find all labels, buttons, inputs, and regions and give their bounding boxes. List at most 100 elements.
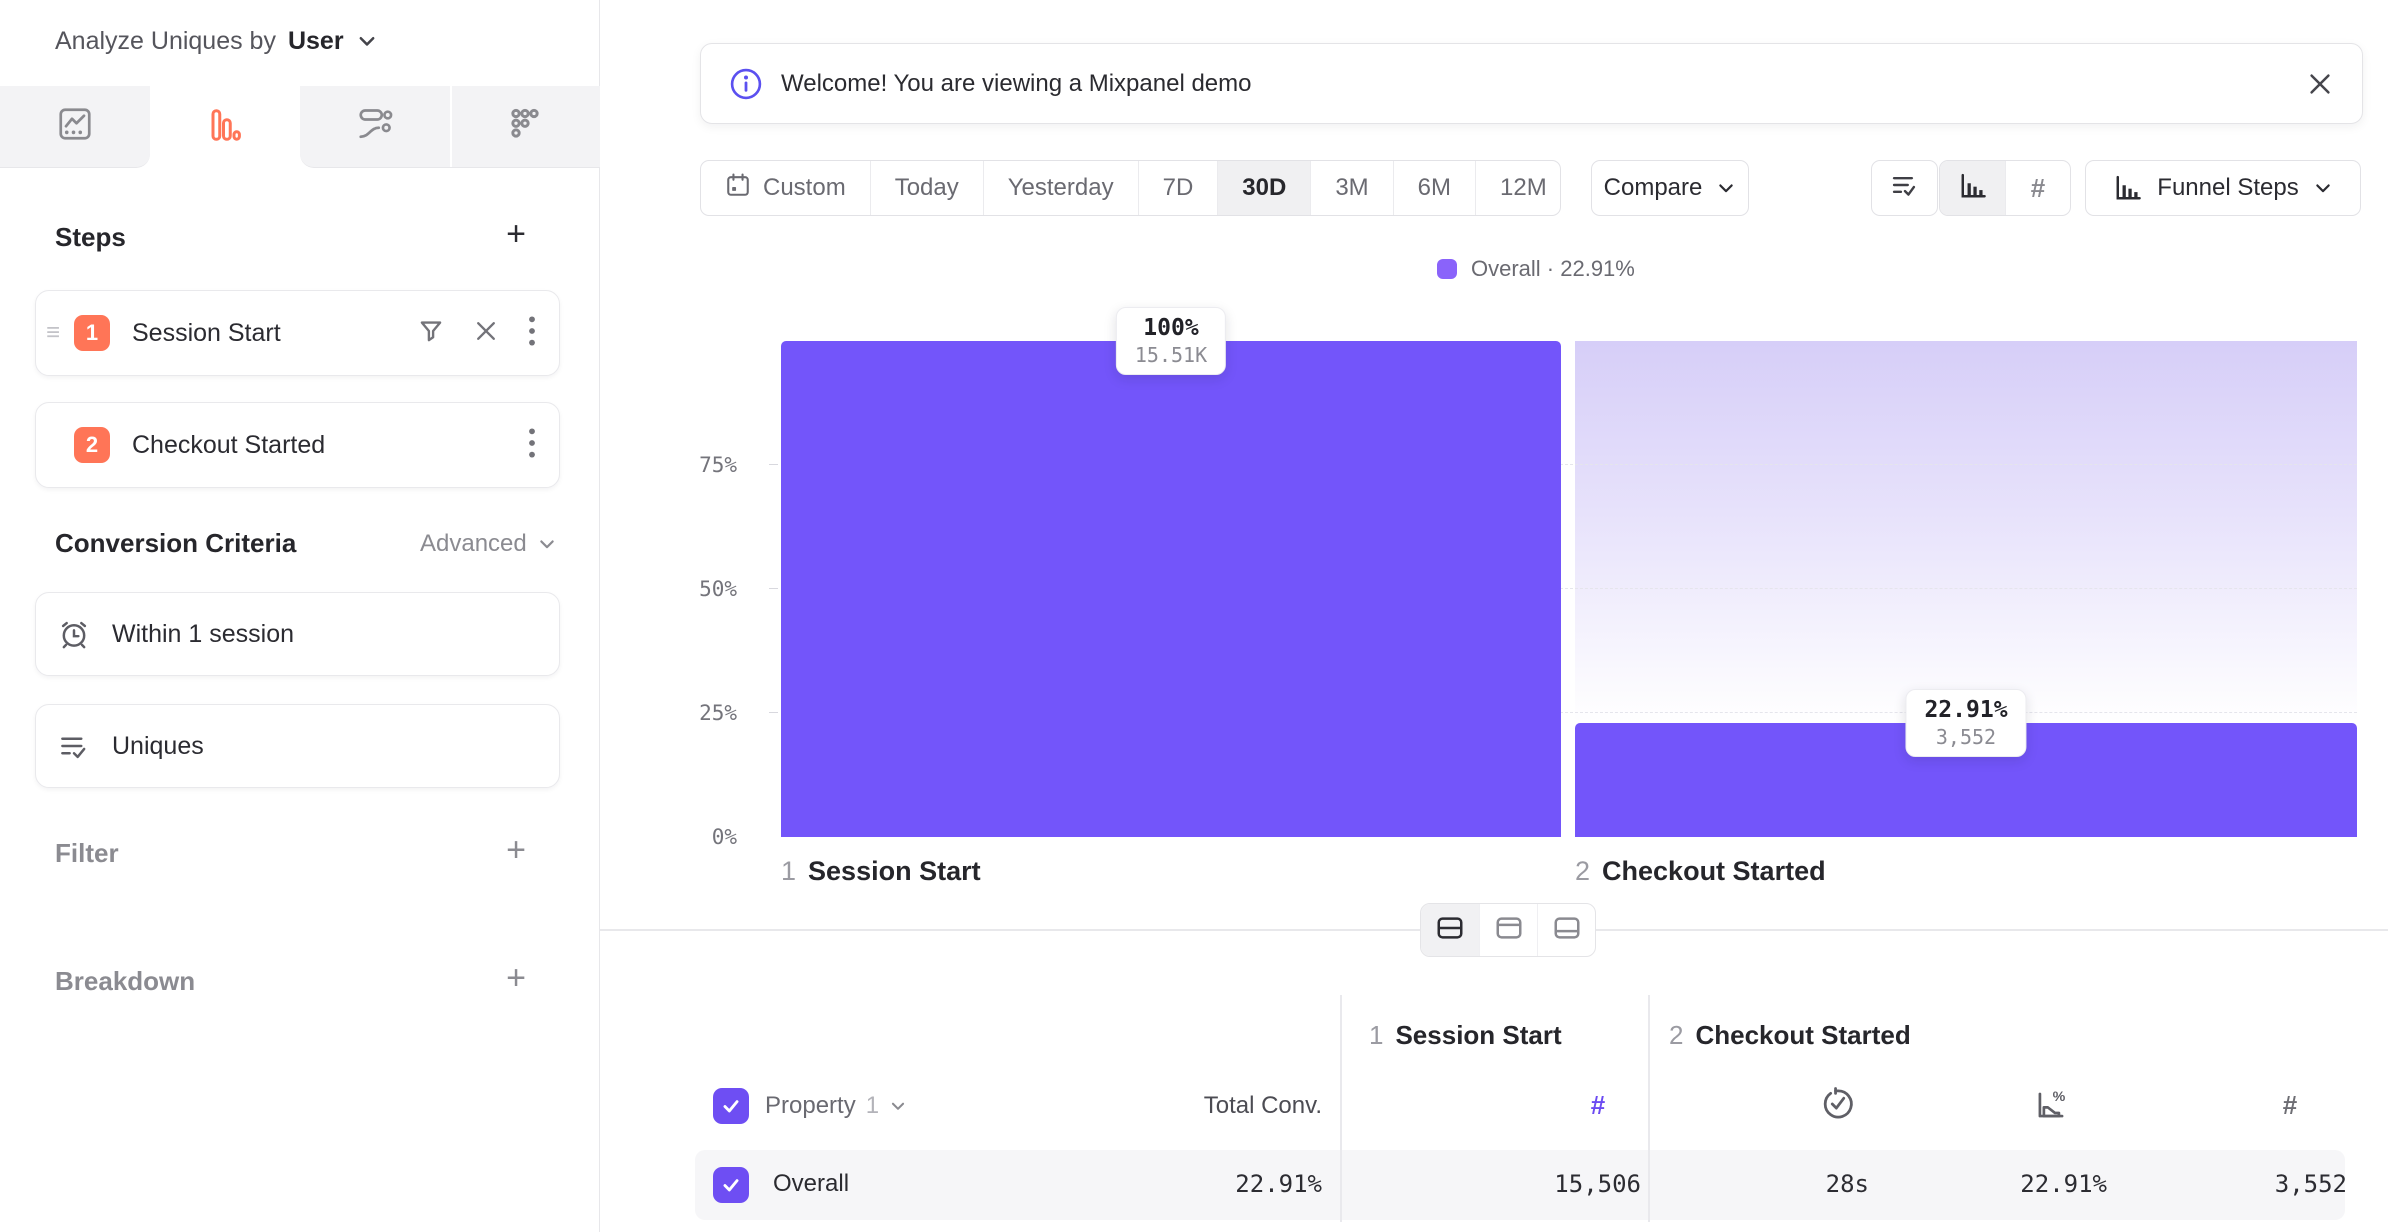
compare-button[interactable]: Compare [1591,160,1749,216]
date-range-picker: Custom Today Yesterday 7D 30D 3M 6M 12M [700,160,1561,216]
y-axis-tickmark [769,712,778,714]
funnel-bars-icon [207,107,243,148]
sort-order-button[interactable] [1871,160,1938,216]
date-range-custom[interactable]: Custom [701,161,870,215]
advanced-label: Advanced [420,530,527,558]
group-label: Session Start [1395,1020,1561,1050]
remove-step-icon[interactable] [473,318,499,349]
analyze-value-dropdown[interactable]: User [288,27,344,56]
date-range-6m[interactable]: 6M [1393,161,1475,215]
step-card-session-start[interactable]: ≡ 1 Session Start [35,290,560,376]
bar-count: 15.51K [1135,343,1207,367]
count-column-icon[interactable]: # [1591,1090,1605,1121]
cell-conv-rate: 22.91% [1900,1170,2107,1198]
step-name: Checkout Started [1602,856,1826,886]
step-card-checkout-started[interactable]: 2 Checkout Started [35,402,560,488]
filter-icon[interactable] [417,317,445,350]
select-all-checkbox[interactable] [713,1088,749,1124]
absolute-numbers-toggle[interactable]: # [2005,161,2070,215]
table-column-divider [1648,995,1650,1222]
percent-bars-toggle[interactable] [1940,161,2005,215]
retention-dots-icon [507,106,543,147]
conversion-window-card[interactable]: Within 1 session [35,592,560,676]
date-range-12m[interactable]: 12M [1475,161,1561,215]
mixpanel-funnel-report: Analyze Uniques by User [0,0,2388,1232]
count-column-icon[interactable]: # [2283,1090,2297,1121]
tab-insights[interactable] [0,86,150,168]
value-display-toggle: # [1939,160,2071,216]
cell-step1-count: 15,506 [1434,1170,1641,1198]
add-breakdown-button[interactable]: + [496,958,536,998]
chevron-down-icon [889,1097,907,1115]
add-step-button[interactable]: + [496,214,536,254]
property-dropdown[interactable]: Property 1 [765,1092,907,1120]
legend-label: Overall · 22.91% [1471,256,1635,282]
conversion-rate-column-icon[interactable]: % [2032,1086,2070,1129]
funnel-bar[interactable] [781,341,1561,837]
split-layout-icon [1435,913,1465,948]
chevron-down-icon[interactable] [356,30,378,52]
range-label: Custom [763,174,846,202]
y-axis-tickmark [769,588,778,590]
funnel-column-session-start: 100% 15.51K [781,341,1561,837]
step-label[interactable]: Checkout Started [132,431,527,460]
table-group-session-start: 1Session Start [1369,1020,1562,1051]
breakdown-section-label: Breakdown [55,966,195,997]
table-row-overall[interactable]: Overall 22.91% 15,506 28s 22.91% 3,552 [695,1150,2345,1220]
y-axis-tick: 75% [632,453,737,477]
list-check-icon [58,730,90,762]
counting-method-card[interactable]: Uniques [35,704,560,788]
cell-total-conv: 22.91% [1115,1170,1322,1198]
calendar-icon [725,172,751,205]
add-filter-button[interactable]: + [496,830,536,870]
date-range-3m[interactable]: 3M [1310,161,1392,215]
split-view-toggle[interactable] [1421,904,1479,956]
date-range-7d[interactable]: 7D [1138,161,1218,215]
step-label[interactable]: Session Start [132,319,417,348]
sidebar: Analyze Uniques by User [0,0,600,1232]
avg-time-column-icon[interactable] [1820,1086,1856,1127]
y-axis-tick: 0% [632,825,737,849]
step-number-badge: 1 [74,315,110,351]
bar-percent: 22.91% [1924,697,2007,723]
date-range-30d-selected[interactable]: 30D [1217,161,1310,215]
tab-funnels[interactable] [150,86,300,168]
date-range-today[interactable]: Today [870,161,983,215]
analyze-label: Analyze Uniques by [55,27,276,56]
bar-percent: 100% [1135,315,1207,341]
chevron-down-icon [537,534,557,554]
tab-flows[interactable] [300,86,450,168]
tab-retention[interactable] [450,86,600,168]
svg-text:%: % [2053,1089,2066,1105]
funnel-steps-label: Funnel Steps [2157,174,2298,202]
funnel-steps-dropdown[interactable]: Funnel Steps [2085,160,2361,216]
chart-legend[interactable]: Overall · 22.91% [1437,256,1635,282]
y-axis-tick: 25% [632,701,737,725]
table-only-toggle[interactable] [1537,904,1595,956]
steps-section-title: Steps [55,222,126,253]
hash-icon: # [2031,173,2045,204]
alarm-clock-icon [58,618,90,650]
top-panel-layout-icon [1494,913,1524,948]
legend-swatch [1437,259,1457,279]
analyze-uniques-header: Analyze Uniques by User [55,18,378,64]
step-number-badge: 2 [74,427,110,463]
insights-chart-icon [57,106,93,147]
step-number: 1 [781,856,796,886]
step-number: 2 [1575,856,1590,886]
advanced-dropdown[interactable]: Advanced [420,530,557,558]
kebab-menu-icon[interactable] [527,427,537,464]
previous-step-ghost [1575,341,2357,723]
date-range-yesterday[interactable]: Yesterday [983,161,1138,215]
x-axis-label-session-start: 1Session Start [781,856,981,887]
banner-close-icon[interactable] [2306,70,2334,98]
row-checkbox[interactable] [713,1167,749,1203]
flows-icon [357,106,393,147]
cell-avg-time: 28s [1662,1170,1869,1198]
kebab-menu-icon[interactable] [527,315,537,352]
drag-handle-icon[interactable]: ≡ [46,321,60,345]
total-conv-column-header[interactable]: Total Conv. [1122,1092,1322,1120]
funnel-column-checkout-started: 22.91% 3,552 [1575,341,2357,837]
chart-only-toggle[interactable] [1479,904,1537,956]
list-check-icon [1890,170,1920,207]
